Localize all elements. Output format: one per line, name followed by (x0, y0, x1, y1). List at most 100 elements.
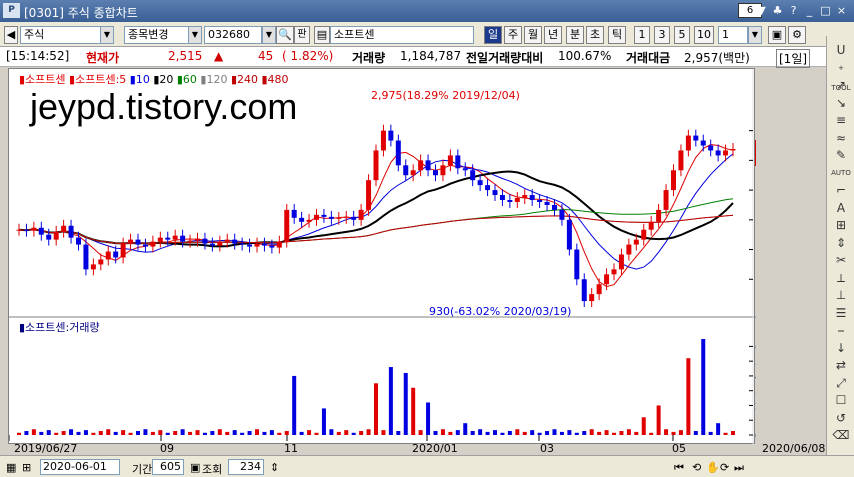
candle-body (306, 219, 312, 222)
volume-bar (455, 430, 460, 435)
candle-body (671, 170, 676, 191)
candle-body (195, 238, 200, 241)
period-tick-button[interactable]: 틱 (608, 26, 626, 44)
price-label: 현재가 (86, 51, 120, 65)
volume-bar (470, 431, 475, 435)
period-week-button[interactable]: 주 (504, 26, 522, 44)
date-field[interactable]: 2020-06-01 (40, 459, 120, 475)
candle-body (425, 160, 431, 171)
interval-5-button[interactable]: 5 (674, 26, 690, 44)
title-bar: P [0301] 주식 종합차트 6 ▼ ♣ ? _ □ × (0, 0, 854, 22)
club-icon[interactable]: ♣ (770, 3, 785, 18)
change-item-dropdown-icon[interactable]: ▼ (188, 26, 202, 44)
candle-body (447, 155, 453, 166)
volume-bar (493, 430, 497, 435)
period-minute-button[interactable]: 분 (566, 26, 584, 44)
volume-bar (173, 431, 178, 435)
zoom-stepper-icon[interactable]: ⇕ (270, 461, 279, 474)
help-icon[interactable]: ? (786, 3, 801, 18)
volume-label: 거래량 (352, 51, 386, 65)
volume-bar (284, 431, 289, 435)
high-annotation: 2,975(18.29% 2019/12/04) (371, 89, 520, 102)
candle-body (209, 243, 215, 246)
interval-1-button[interactable]: 1 (634, 26, 650, 44)
volume-bar (686, 358, 691, 435)
lookup-field[interactable]: 234 (228, 459, 264, 475)
ruler-icon[interactable]: ⊞ (22, 461, 31, 474)
candle-body (693, 135, 699, 141)
volume-bar (478, 429, 483, 435)
count-input[interactable]: 1 (718, 26, 748, 44)
period-second-button[interactable]: 초 (586, 26, 604, 44)
legend-item[interactable]: ▮480 (262, 73, 289, 86)
change-arrow-icon: ▲ (214, 49, 224, 63)
lookup-icon[interactable]: ▣ (190, 461, 200, 474)
nav-first-icon[interactable]: ⏮ (674, 461, 684, 475)
nav-prev-icon[interactable]: ⟲ (692, 461, 701, 474)
hand-icon[interactable]: ✋ (706, 461, 720, 474)
nav-last-icon[interactable]: ⏭ (734, 461, 744, 475)
period-day-button[interactable]: 일 (484, 26, 502, 44)
candle-body (232, 239, 238, 244)
legend-item[interactable]: ▮60 (177, 73, 201, 86)
legend-item[interactable]: ▮소프트센 (19, 73, 69, 86)
prev-ratio-value: 100.67% (558, 49, 612, 63)
candle-body (470, 170, 476, 181)
volume-bar (381, 430, 386, 435)
legend-item[interactable]: ▮120 (200, 73, 231, 86)
candle-body (544, 201, 550, 205)
candle-body (522, 195, 528, 199)
candle-body (53, 231, 59, 240)
candle-body (596, 284, 602, 295)
volume-bar (195, 430, 200, 435)
lookup-label: 조회 (202, 463, 223, 476)
volume-bar (723, 432, 728, 435)
candle-body (83, 244, 89, 270)
volume-bar (240, 432, 245, 435)
close-icon[interactable]: × (834, 3, 849, 18)
volume-bar (165, 432, 170, 435)
volume-bar (336, 431, 341, 435)
legend-item[interactable]: ▮240 (231, 73, 262, 86)
candle-body (284, 209, 290, 242)
candle-body (529, 195, 535, 200)
nav-next-icon[interactable]: ⟳ (720, 461, 729, 474)
maximize-icon[interactable]: □ (818, 3, 833, 18)
candle-body (433, 170, 438, 176)
calendar-icon[interactable]: ▦ (6, 461, 16, 474)
interval-10-button[interactable]: 10 (694, 26, 714, 44)
legend-item[interactable]: ▮10 (130, 73, 154, 86)
candle-body (254, 243, 260, 247)
candle-body (165, 237, 171, 240)
period-field[interactable]: 605 (152, 459, 184, 475)
candle-body (247, 244, 253, 247)
current-price-box (755, 139, 756, 166)
count-dropdown-icon[interactable]: ▼ (748, 26, 762, 44)
volume-bar (61, 431, 66, 435)
minimize-icon[interactable]: _ (802, 3, 817, 18)
volume-tick-label: 40,000K (755, 372, 756, 383)
candle-body (314, 214, 319, 220)
stock-code-input[interactable]: 032680 (204, 26, 262, 44)
market-select[interactable]: 주식 (20, 26, 112, 44)
sidebar-tool-22-icon[interactable]: ⌫ (830, 425, 852, 445)
legend-item[interactable]: ▮20 (153, 73, 177, 86)
volume-bar (634, 431, 639, 435)
volume-bar (299, 431, 304, 435)
search-label-button[interactable]: 판 (294, 26, 310, 44)
stock-menu-icon[interactable]: ▤ (314, 26, 330, 44)
search-icon[interactable]: 🔍 (276, 26, 294, 44)
period-month-button[interactable]: 월 (524, 26, 542, 44)
volume-bar (552, 429, 557, 435)
market-dropdown-icon[interactable]: ▼ (100, 26, 114, 44)
screen-icon[interactable]: ▣ (768, 26, 786, 44)
volume-tick-label: 30,000K (755, 387, 756, 398)
period-badge[interactable]: [1일] (776, 49, 811, 68)
window-menu-icon[interactable]: ▼ (754, 3, 769, 18)
prev-arrow-icon[interactable]: ◀ (4, 26, 18, 44)
period-year-button[interactable]: 년 (544, 26, 562, 44)
legend-item[interactable]: ▮소프트센:5 (69, 73, 130, 86)
interval-3-button[interactable]: 3 (654, 26, 670, 44)
settings-icon[interactable]: ⚙ (788, 26, 806, 44)
code-dropdown-icon[interactable]: ▼ (262, 26, 276, 44)
